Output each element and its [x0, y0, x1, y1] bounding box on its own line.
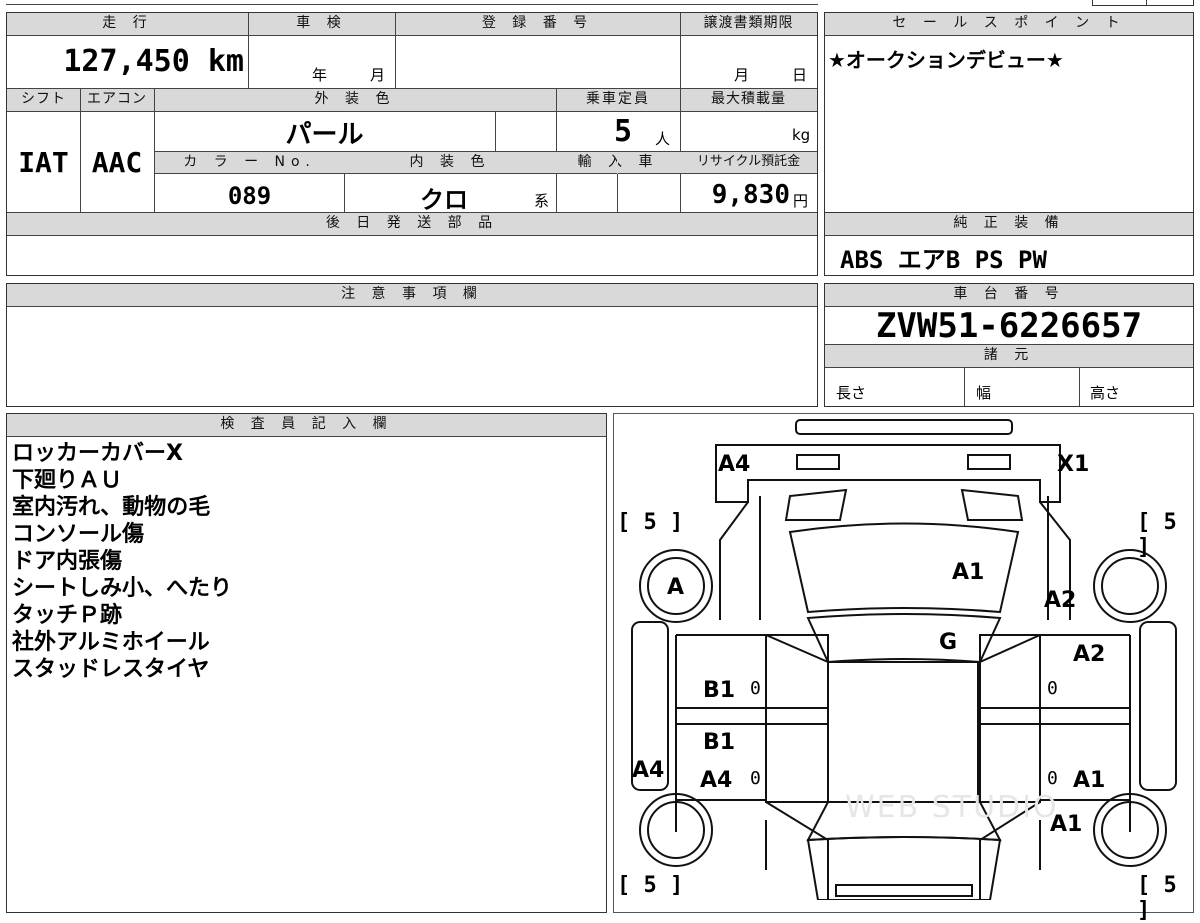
specs-header: 諸 元 — [825, 345, 1193, 368]
label-wheel-fl: A — [667, 575, 685, 600]
top-edge-line — [6, 4, 818, 5]
inspector-header: 検 査 員 記 入 欄 — [7, 414, 606, 437]
label-door-fl: B1 — [703, 678, 736, 703]
ac-value: AAC — [91, 146, 143, 179]
note-item: ドア内張傷 — [12, 549, 123, 574]
height-label: 高さ — [1090, 384, 1121, 402]
sales-point-text: ★オークションデビュー★ — [828, 48, 1064, 72]
door-fl-zero: 0 — [750, 678, 761, 699]
exterior-value: パール — [285, 120, 364, 150]
recycle-header: リサイクル預託金 — [680, 152, 817, 174]
sales-point-header: セ ー ル ス ポ イ ン ト — [825, 13, 1193, 36]
shift-header: シフト — [7, 89, 80, 112]
car-diagram — [631, 419, 1177, 900]
note-item: 室内汚れ、動物の毛 — [12, 495, 211, 520]
tire-front-right: [ 5 ] — [1137, 510, 1177, 560]
note-item: コンソール傷 — [12, 522, 145, 547]
load-header: 最大積載量 — [680, 89, 817, 112]
note-item: 社外アルミホイール — [12, 630, 210, 655]
color-no-value: 089 — [227, 182, 272, 210]
inspection-month: 月 — [370, 66, 386, 84]
label-fender-fr: A2 — [1044, 588, 1077, 613]
note-item: ロッカーカバーX — [12, 441, 183, 466]
label-hood: A1 — [952, 560, 985, 585]
recycle-value: 9,830 — [711, 180, 790, 210]
shift-value: IAT — [18, 146, 69, 179]
equipment-header: 純 正 装 備 — [825, 213, 1193, 236]
equipment-value: ABS エアB PS PW — [840, 246, 1047, 274]
note-item: スタッドレスタイヤ — [12, 657, 210, 682]
mileage-value: 127,450 km — [63, 44, 244, 79]
door-rl-zero: 0 — [750, 768, 761, 789]
import-header: 輸 入 車 — [556, 152, 680, 174]
door-fr-zero: 0 — [1047, 678, 1058, 699]
label-rear-left: A4 — [718, 452, 751, 477]
exterior-header: 外 装 色 — [154, 89, 556, 112]
label-door-rl-b: A4 — [700, 768, 733, 793]
interior-header: 内 装 色 — [344, 152, 556, 174]
note-item: シートしみ小、へたり — [12, 576, 233, 601]
color-no-header: カ ラ ー No. — [155, 152, 344, 174]
registration-header: 登 録 番 号 — [395, 13, 680, 36]
capacity-value: 5 — [614, 114, 633, 149]
note-item: 下廻りＡＵ — [12, 468, 123, 493]
label-windshield: G — [939, 630, 958, 655]
later-parts-header: 後 日 発 送 部 品 — [7, 213, 817, 236]
mileage-header: 走 行 — [7, 13, 248, 36]
inspection-header: 車 検 — [248, 13, 395, 36]
capacity-header: 乗車定員 — [556, 89, 680, 112]
sales-point-box — [824, 12, 1194, 213]
ac-header: エアコン — [80, 89, 154, 112]
label-quarter-left: A4 — [632, 758, 665, 783]
transfer-header: 譲渡書類期限 — [680, 13, 817, 36]
note-item: タッチＰ跡 — [12, 603, 123, 628]
transfer-day: 日 — [792, 66, 808, 84]
tire-rear-right: [ 5 ] — [1137, 873, 1177, 923]
length-label: 長さ — [836, 384, 867, 402]
label-rear-right: X1 — [1057, 452, 1090, 477]
label-door-rl-a: B1 — [703, 730, 736, 755]
top-right-stub — [1092, 0, 1194, 6]
tire-rear-left: [ 5 ] — [617, 873, 684, 898]
recycle-unit: 円 — [793, 192, 809, 210]
label-door-rr: A1 — [1073, 768, 1106, 793]
inspector-notes: ロッカーカバーX 下廻りＡＵ 室内汚れ、動物の毛 コンソール傷 ドア内張傷 シー… — [12, 440, 232, 683]
interior-unit: 系 — [534, 192, 550, 210]
width-label: 幅 — [976, 384, 992, 402]
interior-value: クロ — [420, 186, 468, 214]
capacity-unit: 人 — [655, 130, 671, 148]
inspection-year: 年 — [312, 66, 328, 84]
load-unit: kg — [792, 126, 811, 144]
watermark: WEB STUDIO — [845, 790, 1059, 825]
tire-front-left: [ 5 ] — [617, 510, 684, 535]
chassis-value: ZVW51-6226657 — [875, 306, 1143, 346]
chassis-header: 車 台 番 号 — [825, 284, 1193, 307]
transfer-month: 月 — [734, 66, 750, 84]
door-rr-zero: 0 — [1047, 768, 1058, 789]
label-door-fr: A2 — [1073, 642, 1106, 667]
caution-header: 注 意 事 項 欄 — [7, 284, 817, 307]
